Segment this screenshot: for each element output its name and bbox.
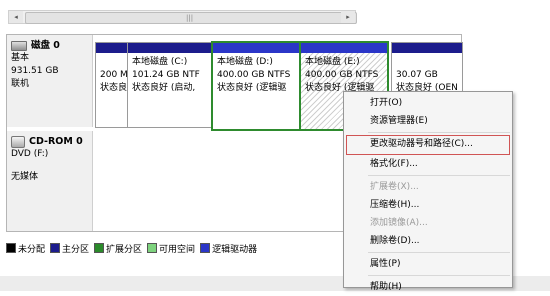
menu-item-format[interactable]: 格式化(F)... bbox=[344, 155, 512, 173]
scrollbar-grip: ||| bbox=[186, 14, 194, 22]
partition-bar bbox=[213, 43, 301, 53]
partition-status: 状态良好 (启动, bbox=[132, 83, 196, 93]
partition-c[interactable]: 本地磁盘 (C:) 101.24 GB NTF 状态良好 (启动, bbox=[127, 42, 213, 128]
menu-separator bbox=[368, 132, 510, 133]
partition-bar bbox=[96, 43, 128, 53]
partition-bar bbox=[392, 43, 462, 53]
menu-item-add-mirror: 添加镜像(A)... bbox=[370, 218, 428, 228]
legend-swatch bbox=[94, 243, 105, 253]
partition-size: 400.00 GB NTFS bbox=[217, 70, 291, 80]
context-menu: 打开(O) 资源管理器(E) 更改驱动器号和路径(C)... 格式化(F)...… bbox=[343, 91, 513, 292]
partition-size: 30.07 GB bbox=[396, 70, 438, 80]
partition-bar bbox=[128, 43, 212, 53]
menu-item-explorer[interactable]: 资源管理器(E) bbox=[344, 112, 512, 130]
menu-item-delete-volume[interactable]: 删除卷(D)... bbox=[344, 232, 512, 250]
menu-item-change-drive-letter[interactable]: 更改驱动器号和路径(C)... bbox=[346, 135, 510, 155]
legend-swatch bbox=[200, 243, 211, 253]
menu-item-properties[interactable]: 属性(P) bbox=[344, 255, 512, 273]
legend-item-unallocated: 未分配 bbox=[6, 242, 45, 255]
legend-item-extended: 扩展分区 bbox=[94, 242, 142, 255]
disk-type: 基本 bbox=[11, 53, 30, 63]
horizontal-scrollbar[interactable]: ◂ ||| ▸ bbox=[8, 10, 357, 24]
legend-label: 未分配 bbox=[18, 244, 46, 255]
partition-bar bbox=[301, 43, 387, 53]
partition-status: 状态良好 bbox=[100, 83, 128, 93]
partition-system-reserved[interactable]: 200 M 状态良好 bbox=[95, 42, 129, 128]
cdrom-0-label[interactable]: CD-ROM 0 DVD (F:) 无媒体 bbox=[7, 131, 93, 231]
partition-status: 状态良好 (逻辑驱 bbox=[217, 83, 287, 93]
menu-separator bbox=[368, 252, 510, 253]
legend-label: 逻辑驱动器 bbox=[212, 244, 258, 255]
menu-item-extend-volume: 扩展卷(X)... bbox=[370, 182, 419, 192]
legend-swatch bbox=[50, 243, 61, 253]
scroll-right-button[interactable]: ▸ bbox=[341, 11, 355, 23]
disk-size: 931.51 GB bbox=[11, 66, 59, 76]
cd-drive-icon bbox=[11, 135, 25, 148]
menu-item-help[interactable]: 帮助(H) bbox=[344, 278, 512, 296]
disk-name: 磁盘 0 bbox=[31, 40, 60, 51]
scrollbar-thumb[interactable]: ||| bbox=[25, 12, 357, 24]
partition-size: 101.24 GB NTF bbox=[132, 70, 200, 80]
legend: 未分配 主分区 扩展分区 可用空间 逻辑驱动器 bbox=[6, 238, 262, 258]
partition-size: 400.00 GB NTFS bbox=[305, 70, 379, 80]
legend-item-logical: 逻辑驱动器 bbox=[200, 242, 257, 255]
legend-swatch bbox=[147, 243, 158, 253]
disk-status: 联机 bbox=[11, 79, 30, 89]
menu-separator bbox=[368, 175, 510, 176]
partition-d[interactable]: 本地磁盘 (D:) 400.00 GB NTFS 状态良好 (逻辑驱 bbox=[211, 41, 303, 131]
partition-label bbox=[396, 56, 458, 69]
disk-type: DVD (F:) bbox=[11, 149, 49, 159]
menu-item-open[interactable]: 打开(O) bbox=[344, 94, 512, 112]
legend-label: 主分区 bbox=[62, 244, 90, 255]
legend-label: 扩展分区 bbox=[106, 244, 143, 255]
disk-0-label[interactable]: 磁盘 0 基本 931.51 GB 联机 bbox=[7, 35, 93, 127]
legend-swatch bbox=[6, 243, 16, 253]
scroll-left-button[interactable]: ◂ bbox=[9, 11, 23, 23]
partition-size: 200 M bbox=[100, 70, 128, 80]
legend-item-primary: 主分区 bbox=[50, 242, 89, 255]
disk-name: CD-ROM 0 bbox=[29, 136, 83, 147]
partition-label bbox=[100, 56, 124, 69]
menu-separator bbox=[368, 275, 510, 276]
menu-item-shrink-volume[interactable]: 压缩卷(H)... bbox=[344, 196, 512, 214]
partition-label: 本地磁盘 (C:) bbox=[132, 57, 188, 67]
partition-label: 本地磁盘 (E:) bbox=[305, 57, 360, 67]
legend-item-free-space: 可用空间 bbox=[147, 242, 195, 255]
disk-media: 无媒体 bbox=[11, 172, 39, 182]
legend-label: 可用空间 bbox=[159, 244, 196, 255]
hard-disk-icon bbox=[11, 40, 27, 51]
partition-label: 本地磁盘 (D:) bbox=[217, 57, 273, 67]
